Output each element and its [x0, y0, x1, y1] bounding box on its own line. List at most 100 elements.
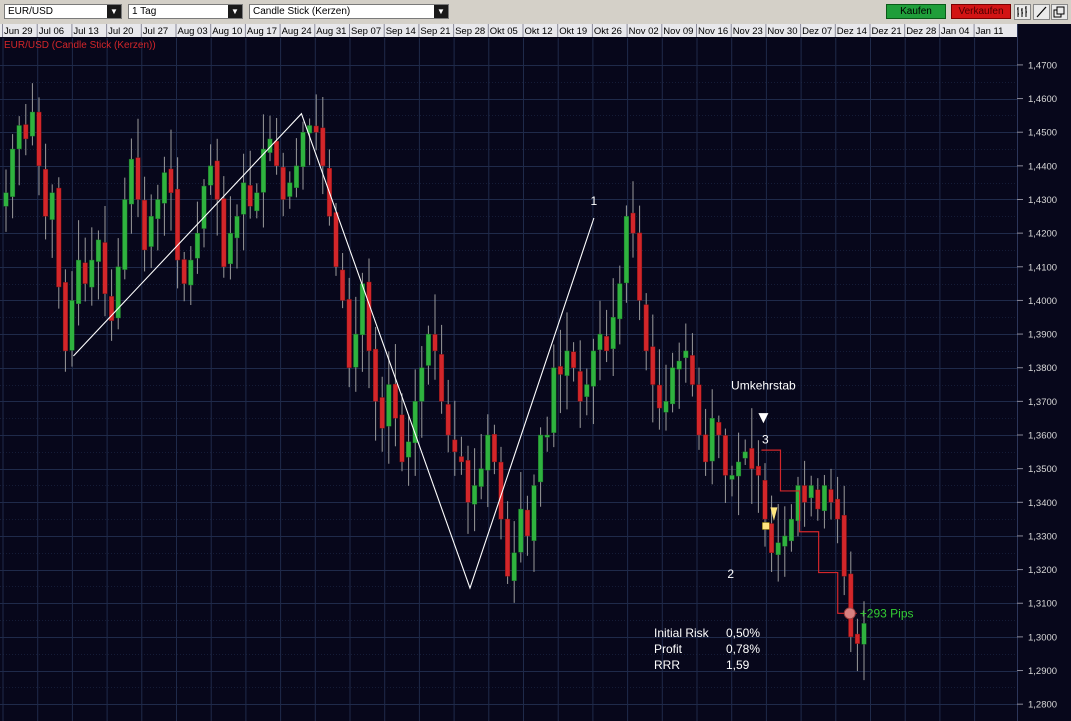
candle-bear: [340, 269, 346, 301]
stat-label: Profit: [654, 642, 683, 656]
y-tick-label: 1,4300: [1028, 195, 1057, 206]
candle-bull: [683, 350, 689, 359]
y-tick-label: 1,4200: [1028, 229, 1057, 240]
buy-button[interactable]: Kaufen: [886, 4, 946, 19]
candle-bear: [313, 125, 319, 133]
y-tick-label: 1,3500: [1028, 464, 1057, 475]
candle-bull: [155, 199, 161, 219]
peak-1-label: 1: [591, 194, 598, 208]
candle-bear: [181, 259, 187, 284]
x-tick-label: Aug 10: [212, 26, 242, 37]
candlestick-chart[interactable]: Jun 29 Jul 06 Jul 13 Jul 20 Jul 27 Aug 03 Aug …: [0, 24, 1071, 721]
y-tick-label: 1,4000: [1028, 296, 1057, 307]
x-tick-label: Jan 04: [941, 26, 970, 37]
candle-bull: [95, 239, 101, 262]
draw-line-icon[interactable]: [1033, 4, 1050, 20]
candle-bear: [769, 523, 775, 553]
candle-bear: [848, 573, 854, 638]
y-tick-label: 1,3300: [1028, 531, 1057, 542]
x-tick-label: Jul 27: [143, 26, 168, 37]
candle-bear: [854, 633, 860, 644]
candle-bull: [736, 461, 742, 477]
candle-bull: [610, 317, 616, 349]
sell-button[interactable]: Verkaufen: [951, 4, 1011, 19]
y-tick-label: 1,3800: [1028, 363, 1057, 374]
x-tick-label: Nov 23: [733, 26, 763, 37]
candle-bull: [485, 434, 491, 471]
chart-toolbar: EUR/USD ▼ 1 Tag ▼ Candle Stick (Kerzen) …: [0, 0, 1071, 25]
candle-bear: [630, 212, 636, 234]
y-tick-label: 1,2900: [1028, 666, 1057, 677]
price-chart[interactable]: Jun 29 Jul 06 Jul 13 Jul 20 Jul 27 Aug 03 Aug …: [0, 24, 1071, 721]
candle-bear: [815, 489, 821, 510]
chevron-down-icon[interactable]: ▼: [434, 5, 448, 18]
candle-bull: [412, 401, 418, 444]
y-tick-label: 1,3000: [1028, 632, 1057, 643]
candle-bull: [128, 158, 134, 205]
x-tick-label: Jul 13: [73, 26, 98, 37]
chevron-down-icon[interactable]: ▼: [107, 5, 121, 18]
x-tick-label: Nov 02: [629, 26, 659, 37]
candle-bear: [445, 404, 451, 436]
candle-bear: [465, 460, 471, 503]
candle-bull: [122, 199, 128, 270]
candle-bear: [432, 334, 438, 352]
candle-bear: [175, 188, 181, 261]
y-tick-label: 1,3600: [1028, 431, 1057, 442]
candle-bull: [227, 232, 233, 265]
detach-window-icon[interactable]: [1051, 4, 1068, 20]
x-tick-label: Sep 14: [386, 26, 416, 37]
candle-bull: [194, 232, 200, 259]
x-tick-label: Okt 05: [490, 26, 518, 37]
candle-bull: [861, 623, 867, 645]
candle-bear: [392, 383, 398, 419]
candle-bear: [379, 397, 385, 429]
candle-bear: [656, 384, 662, 409]
candle-bear: [762, 480, 768, 520]
candle-bull: [782, 535, 788, 547]
candle-bull: [518, 508, 524, 553]
candle-bull: [293, 165, 299, 188]
interval-select[interactable]: 1 Tag ▼: [128, 4, 243, 19]
candle-bull: [241, 182, 247, 215]
entry-marker-icon: [762, 522, 770, 530]
candle-bear: [214, 160, 220, 200]
y-tick-label: 1,4700: [1028, 60, 1057, 71]
candle-bull: [419, 367, 425, 402]
x-tick-label: Dez 14: [837, 26, 867, 37]
x-tick-label: Aug 17: [247, 26, 277, 37]
candle-bear: [802, 485, 808, 503]
x-tick-label: Okt 12: [525, 26, 553, 37]
bars-icon[interactable]: [1014, 4, 1031, 20]
x-tick-label: Nov 16: [698, 26, 728, 37]
candle-bear: [320, 127, 326, 167]
candle-bear: [333, 212, 339, 267]
stat-value: 1,59: [726, 658, 750, 672]
exit-marker-icon: [843, 607, 856, 620]
candle-bull: [148, 216, 154, 247]
candle-bull: [676, 360, 682, 370]
y-tick-label: 1,3700: [1028, 397, 1057, 408]
candle-bull: [808, 485, 814, 499]
candle-bear: [62, 282, 68, 352]
candle-bear: [280, 167, 286, 200]
y-tick-label: 1,3900: [1028, 330, 1057, 341]
stat-label: RRR: [654, 658, 680, 672]
candle-bear: [56, 187, 62, 288]
candle-bull: [597, 333, 603, 350]
candle-bear: [366, 281, 372, 352]
chevron-down-icon[interactable]: ▼: [228, 5, 242, 18]
candle-bull: [472, 485, 478, 505]
candle-bear: [346, 299, 352, 368]
candle-bull: [775, 542, 781, 556]
candle-bear: [557, 366, 563, 375]
candle-bear: [23, 124, 29, 140]
candle-bear: [604, 336, 610, 352]
candle-bull: [10, 148, 16, 197]
symbol-select[interactable]: EUR/USD ▼: [4, 4, 122, 19]
candle-bear: [373, 348, 379, 402]
x-tick-label: Jul 20: [108, 26, 133, 37]
chart-style-select[interactable]: Candle Stick (Kerzen) ▼: [249, 4, 449, 19]
candle-bull: [544, 434, 550, 438]
x-tick-label: Nov 30: [767, 26, 797, 37]
